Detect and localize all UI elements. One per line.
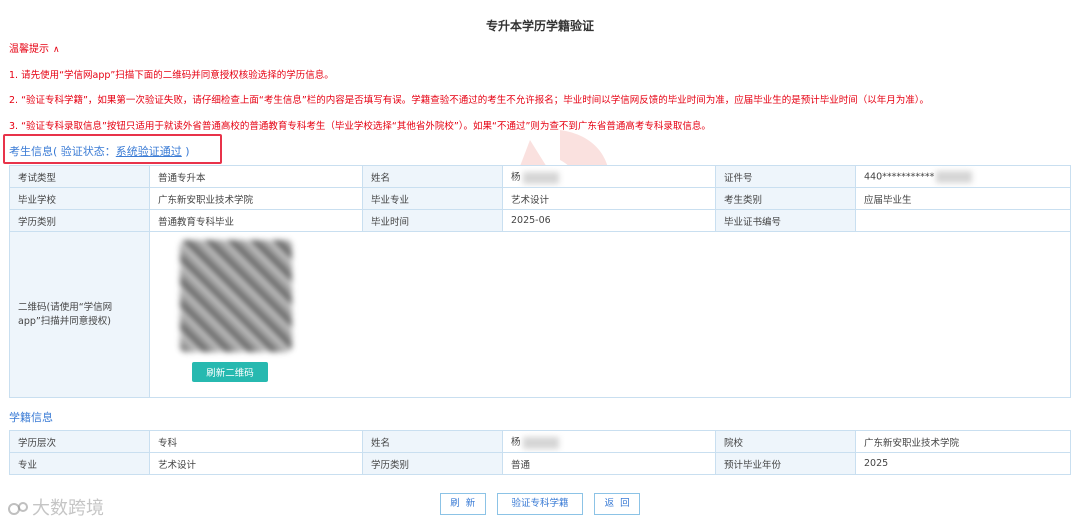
value-expected-grad-year: 2025 bbox=[855, 452, 1071, 475]
exam-section-title-suffix: ) bbox=[181, 145, 190, 158]
value-diploma-number bbox=[855, 209, 1071, 232]
table-row: 学历类别 普通教育专科毕业 毕业时间 2025-06 毕业证书编号 bbox=[9, 209, 1071, 232]
status-value: 系统验证通过 bbox=[115, 145, 182, 158]
table-row: 毕业学校 广东新安职业技术学院 毕业专业 艺术设计 考生类别 应届毕业生 bbox=[9, 187, 1071, 210]
value-edu-level: 专科 bbox=[149, 430, 363, 453]
label-grad-major: 毕业专业 bbox=[362, 187, 503, 210]
privacy-blur bbox=[522, 436, 559, 449]
label-expected-grad-year: 预计毕业年份 bbox=[715, 452, 856, 475]
verify-reg-button[interactable]: 验证专科学籍 bbox=[497, 493, 583, 515]
value-id-number: 440*********** bbox=[855, 165, 1071, 188]
refresh-qr-button[interactable]: 刷新二维码 bbox=[192, 362, 268, 382]
chevron-up-icon: ∧ bbox=[53, 45, 60, 55]
value-reg-name-text: 杨 bbox=[511, 437, 521, 449]
label-exam-type: 考试类型 bbox=[9, 165, 150, 188]
label-reg-edu-category: 学历类别 bbox=[362, 452, 503, 475]
table-row: 二维码(请使用“学信网app”扫描并同意授权) 刷新二维码 bbox=[9, 231, 1071, 398]
value-grad-major: 艺术设计 bbox=[502, 187, 716, 210]
label-qr-code: 二维码(请使用“学信网app”扫描并同意授权) bbox=[9, 231, 150, 398]
label-grad-school: 毕业学校 bbox=[9, 187, 150, 210]
table-row: 考试类型 普通专升本 姓名 杨 证件号 440*********** bbox=[9, 165, 1071, 188]
label-diploma-number: 毕业证书编号 bbox=[715, 209, 856, 232]
value-grad-date: 2025-06 bbox=[502, 209, 716, 232]
label-name: 姓名 bbox=[362, 165, 503, 188]
refresh-button[interactable]: 刷新 bbox=[439, 493, 486, 515]
table-row: 专业 艺术设计 学历类别 普通 预计毕业年份 2025 bbox=[9, 452, 1071, 475]
label-reg-name: 姓名 bbox=[362, 430, 503, 453]
notice-2: 2. “验证专科学籍”，如果第一次验证失败，请仔细检查上面“考生信息”栏的内容是… bbox=[9, 95, 930, 106]
value-reg-name: 杨 bbox=[502, 430, 716, 453]
status-label: 验证状态： bbox=[57, 145, 116, 158]
qr-code-cell: 刷新二维码 bbox=[149, 231, 1071, 398]
table-row: 学历层次 专科 姓名 杨 院校 广东新安职业技术学院 bbox=[9, 430, 1071, 453]
label-institution: 院校 bbox=[715, 430, 856, 453]
page-title: 专升本学历学籍验证 bbox=[485, 19, 594, 33]
reg-info-table: 学历层次 专科 姓名 杨 院校 广东新安职业技术学院 专业 艺术设计 学历类别 … bbox=[9, 430, 1071, 475]
notice-3: 3. “验证专科录取信息”按钮只适用于就读外省普通高校的普通教育专科考生（毕业学… bbox=[9, 121, 711, 132]
value-name: 杨 bbox=[502, 165, 716, 188]
tips-toggle[interactable]: 温馨提示 ∧ bbox=[9, 40, 60, 55]
privacy-blur bbox=[936, 170, 973, 183]
tips-toggle-label: 温馨提示 bbox=[9, 44, 49, 55]
value-grad-school: 广东新安职业技术学院 bbox=[149, 187, 363, 210]
exam-section-title-prefix: 考生信息( bbox=[9, 145, 58, 158]
label-id-number: 证件号 bbox=[715, 165, 856, 188]
qr-code-image[interactable] bbox=[180, 240, 292, 352]
back-button[interactable]: 返回 bbox=[594, 493, 641, 515]
value-major: 艺术设计 bbox=[149, 452, 363, 475]
privacy-blur bbox=[522, 171, 559, 184]
value-institution: 广东新安职业技术学院 bbox=[855, 430, 1071, 453]
label-major: 专业 bbox=[9, 452, 150, 475]
value-name-text: 杨 bbox=[511, 172, 521, 184]
value-edu-category: 普通教育专科毕业 bbox=[149, 209, 363, 232]
label-candidate-type: 考生类别 bbox=[715, 187, 856, 210]
exam-info-table: 考试类型 普通专升本 姓名 杨 证件号 440*********** 毕业学校 … bbox=[9, 165, 1071, 398]
action-buttons: 刷新 验证专科学籍 返回 bbox=[0, 493, 1080, 515]
label-grad-date: 毕业时间 bbox=[362, 209, 503, 232]
value-id-number-text: 440*********** bbox=[864, 171, 935, 182]
value-reg-edu-category: 普通 bbox=[502, 452, 716, 475]
notice-1: 1. 请先使用“学信网app”扫描下面的二维码并同意授权核验选择的学历信息。 bbox=[9, 70, 334, 81]
exam-section-title: 考生信息( 验证状态：系统验证通过 ) bbox=[9, 143, 190, 159]
value-candidate-type: 应届毕业生 bbox=[855, 187, 1071, 210]
label-edu-category: 学历类别 bbox=[9, 209, 150, 232]
reg-section-title: 学籍信息 bbox=[9, 411, 53, 424]
label-edu-level: 学历层次 bbox=[9, 430, 150, 453]
value-exam-type: 普通专升本 bbox=[149, 165, 363, 188]
